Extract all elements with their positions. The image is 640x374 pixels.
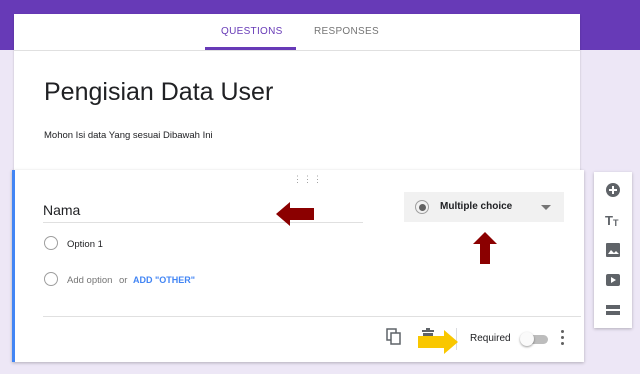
duplicate-icon[interactable]	[386, 328, 402, 346]
question-title-input[interactable]: Nama	[43, 202, 363, 223]
title-text-icon[interactable]: T T	[605, 212, 621, 228]
yellow-arrow-right-icon	[418, 330, 458, 354]
option-1-label[interactable]: Option 1	[67, 239, 103, 250]
toggle-thumb[interactable]	[520, 332, 534, 346]
tab-responses[interactable]: RESPONSES	[314, 14, 379, 50]
question-type-dropdown[interactable]: Multiple choice	[404, 192, 564, 222]
red-arrow-left-icon	[276, 202, 314, 226]
question-type-label: Multiple choice	[440, 201, 513, 212]
footer-divider	[43, 316, 581, 317]
add-option-radio-icon	[44, 272, 58, 286]
more-options-icon[interactable]	[558, 330, 566, 348]
radio-type-icon	[415, 200, 429, 214]
svg-text:T: T	[605, 213, 613, 228]
chevron-down-icon	[541, 205, 551, 210]
svg-text:T: T	[613, 218, 619, 228]
required-label: Required	[470, 333, 511, 344]
section-icon[interactable]	[605, 302, 621, 318]
add-option-link[interactable]: Add option	[67, 275, 112, 286]
or-label: or	[119, 275, 128, 286]
form-header-card: QUESTIONS RESPONSES Pengisian Data User …	[14, 14, 580, 174]
option-radio-icon	[44, 236, 58, 250]
add-other-link[interactable]: ADD "OTHER"	[133, 275, 195, 285]
add-question-icon[interactable]	[605, 182, 621, 198]
video-icon[interactable]	[605, 272, 621, 288]
form-title[interactable]: Pengisian Data User	[44, 78, 273, 107]
active-tab-indicator	[205, 47, 296, 50]
form-description[interactable]: Mohon Isi data Yang sesuai Dibawah Ini	[44, 130, 213, 141]
required-toggle[interactable]	[520, 332, 548, 346]
tab-bar: QUESTIONS RESPONSES	[14, 14, 580, 51]
tab-questions[interactable]: QUESTIONS	[221, 14, 283, 50]
question-card[interactable]: ⋮⋮⋮ Nama Multiple choice Option 1 Add op…	[12, 170, 584, 362]
image-icon[interactable]	[605, 242, 621, 258]
side-toolbar: T T	[594, 172, 632, 328]
red-arrow-up-icon	[473, 232, 497, 264]
drag-handle-icon[interactable]: ⋮⋮⋮	[293, 174, 323, 185]
